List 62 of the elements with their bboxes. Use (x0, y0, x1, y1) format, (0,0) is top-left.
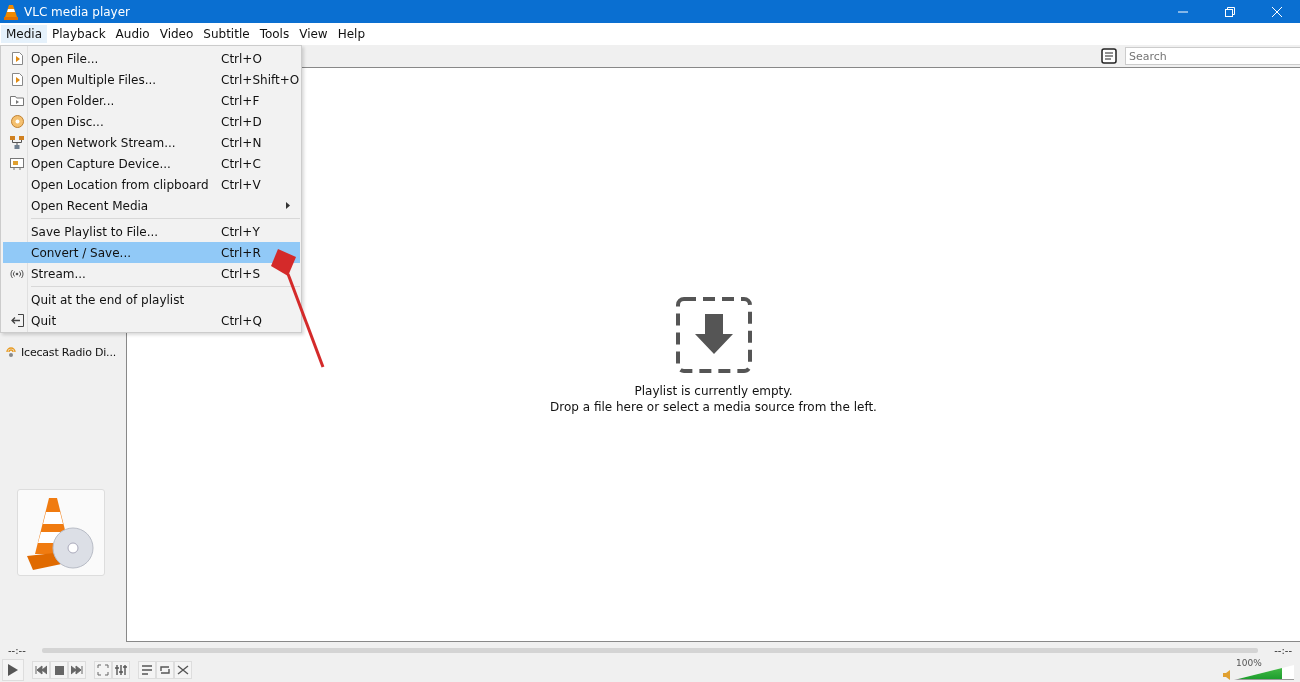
empty-hint: Drop a file here or select a media source from the left. (550, 399, 877, 414)
menu-bar-item[interactable]: Video (154, 25, 199, 43)
menu-bar-item[interactable]: Media (1, 25, 48, 43)
empty-title: Playlist is currently empty. (634, 383, 793, 398)
search-field[interactable]: Search (1125, 47, 1300, 65)
play-icon (7, 663, 19, 677)
playlist-button[interactable] (138, 661, 156, 679)
stream-icon (10, 268, 24, 279)
elapsed-time: --:-- (8, 644, 26, 656)
cone-icon (4, 3, 18, 20)
menu-item[interactable]: Convert / Save... Ctrl+R (3, 242, 300, 263)
previous-button[interactable] (32, 661, 50, 679)
menu-item[interactable]: Open Network Stream... Ctrl+N (3, 132, 300, 153)
menu-item[interactable]: Open Multiple Files... Ctrl+Shift+O (3, 69, 300, 90)
restore-icon (1223, 5, 1236, 18)
file-icon (11, 52, 23, 65)
equalizer-icon (115, 664, 127, 676)
disc-icon (10, 115, 24, 128)
menu-item[interactable]: Open Folder... Ctrl+F (3, 90, 300, 111)
capture-device-icon (10, 157, 24, 170)
playlist-view-icon[interactable] (1101, 48, 1117, 64)
playlist-icon (141, 664, 153, 676)
close-icon (1270, 5, 1283, 18)
menu-item[interactable]: Open File... Ctrl+O (3, 48, 300, 69)
submenu-arrow-icon (286, 202, 290, 209)
stop-button[interactable] (50, 661, 68, 679)
stop-icon (54, 665, 64, 675)
volume-reading: 100% (1236, 658, 1262, 668)
menu-item[interactable]: Open Capture Device... Ctrl+C (3, 153, 300, 174)
menu-item[interactable]: Quit at the end of playlist (3, 289, 300, 310)
menu-item[interactable]: Open Disc... Ctrl+D (3, 111, 300, 132)
equalizer-button[interactable] (112, 661, 130, 679)
speaker-icon (1223, 670, 1232, 680)
menu-bar-item[interactable]: Help (332, 25, 371, 43)
play-button[interactable] (2, 659, 24, 681)
next-button[interactable] (68, 661, 86, 679)
sidebar-item[interactable]: Icecast Radio Di... (21, 345, 116, 359)
previous-icon (35, 665, 47, 675)
shuffle-button[interactable] (174, 661, 192, 679)
network-icon (10, 136, 24, 149)
remaining-time: --:-- (1274, 644, 1292, 656)
folder-icon (10, 95, 24, 106)
window-title: VLC media player (24, 4, 130, 19)
menu-item[interactable]: Open Recent Media (3, 195, 300, 216)
quit-icon (10, 314, 24, 327)
menu-bar-item[interactable]: Tools (254, 25, 295, 43)
menu-item[interactable]: Save Playlist to File... Ctrl+Y (3, 221, 300, 242)
menu-bar-item[interactable]: View (294, 25, 333, 43)
menu-bar-item[interactable]: Subtitle (198, 25, 255, 43)
menu-bar-item[interactable]: Playback (47, 25, 111, 43)
file-icon (11, 73, 23, 86)
menu-item[interactable]: Open Location from clipboard Ctrl+V (3, 174, 300, 195)
menu-bar-item[interactable]: Audio (110, 25, 155, 43)
loop-icon (159, 664, 171, 676)
menu-item[interactable]: Stream... Ctrl+S (3, 263, 300, 284)
next-icon (71, 665, 83, 675)
menu-item[interactable]: Quit Ctrl+Q (3, 310, 300, 331)
radio-icon (5, 346, 17, 358)
fullscreen-icon (97, 664, 109, 676)
seek-slider[interactable] (41, 647, 1259, 653)
loop-button[interactable] (156, 661, 174, 679)
drop-file-icon (674, 295, 753, 374)
